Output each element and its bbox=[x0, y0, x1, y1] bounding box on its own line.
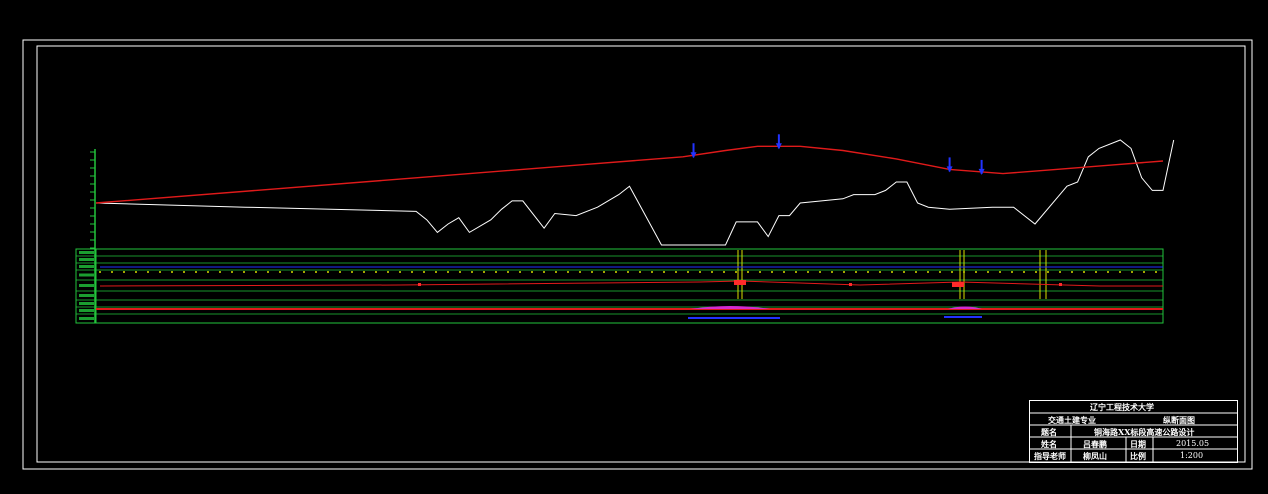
drawing-name: 纵断面图 bbox=[1163, 415, 1195, 425]
table-row-label bbox=[79, 265, 94, 268]
title-label: 题名 bbox=[1041, 427, 1057, 437]
ground-profile-line bbox=[95, 139, 1175, 246]
curve-element-icon bbox=[418, 283, 421, 286]
table-row-label bbox=[79, 251, 94, 254]
design-grade-line bbox=[95, 145, 1164, 204]
profile-data-table bbox=[75, 248, 1164, 324]
name-value: 吕春鹏 bbox=[1083, 439, 1107, 449]
date-value: 2015.05 bbox=[1176, 439, 1210, 448]
name-label: 姓名 bbox=[1041, 439, 1057, 449]
table-row-label bbox=[79, 317, 94, 320]
curve-element-icon bbox=[1059, 283, 1062, 286]
date-label: 日期 bbox=[1130, 439, 1146, 449]
scale-label: 比例 bbox=[1130, 451, 1146, 461]
title-value: 铜海路XX标段高速公路设计 bbox=[1094, 427, 1195, 437]
scale-value: 1:200 bbox=[1180, 451, 1204, 460]
university-name: 辽宁工程技术大学 bbox=[1090, 402, 1154, 412]
curve-element-icon bbox=[952, 282, 964, 287]
curve-element-icon bbox=[99, 280, 1163, 287]
curve-element-icon bbox=[734, 280, 746, 285]
advisor-label: 指导老师 bbox=[1034, 451, 1066, 461]
table-row-label bbox=[79, 302, 94, 305]
table-row-label bbox=[79, 309, 94, 312]
table-row-label bbox=[79, 273, 94, 277]
drawing-canvas: 辽宁工程技术大学 交通土建专业 纵断面图 题名 铜海路XX标段高速公路设计 姓名… bbox=[0, 0, 1268, 490]
curve-element-icon bbox=[849, 283, 852, 286]
table-row-label bbox=[79, 294, 94, 297]
major-label: 交通土建专业 bbox=[1048, 415, 1096, 425]
table-row-label bbox=[79, 258, 94, 261]
structure-markers bbox=[690, 134, 985, 175]
advisor-value: 柳凤山 bbox=[1083, 451, 1107, 461]
curve-element-icon bbox=[690, 306, 770, 309]
table-row-label bbox=[79, 284, 94, 287]
